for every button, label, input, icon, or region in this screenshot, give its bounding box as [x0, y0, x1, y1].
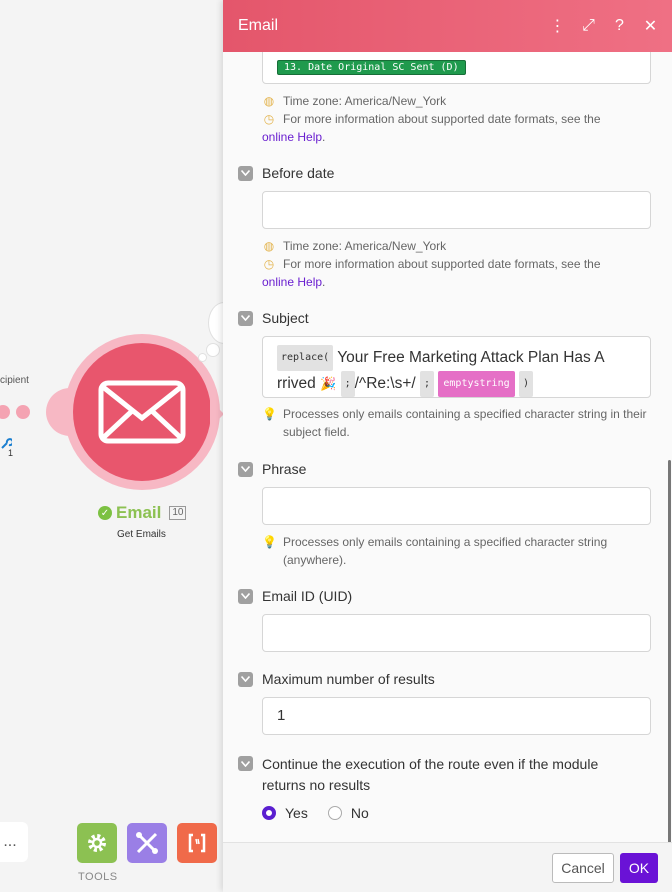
module-pointer — [210, 400, 224, 428]
online-help-link[interactable]: online Help — [262, 130, 322, 144]
envelope-icon — [98, 380, 186, 444]
more-vert-icon[interactable]: ⋮ — [542, 16, 573, 36]
function-token[interactable]: replace( — [277, 345, 334, 371]
tools-tool-button[interactable] — [127, 823, 167, 863]
lightbulb-icon: 💡 — [262, 407, 277, 421]
ok-button[interactable]: OK — [620, 853, 658, 883]
chevron-down-icon[interactable] — [238, 461, 253, 477]
tools-icon — [136, 832, 158, 854]
radio-no[interactable] — [327, 806, 342, 820]
connection-label: cipient — [0, 375, 29, 386]
module-subtitle: Get Emails — [117, 529, 166, 540]
check-icon: ✓ — [98, 506, 112, 520]
regex-text: /^Re:\s+/ — [354, 375, 416, 393]
cancel-button[interactable]: Cancel — [552, 853, 614, 883]
brackets-icon — [188, 833, 206, 853]
module-id-badge: 10 — [169, 506, 187, 520]
separator-token[interactable]: ; — [340, 371, 355, 397]
expand-icon[interactable]: ⤢ — [573, 17, 604, 35]
email-id-label: Email ID (UID) — [262, 588, 353, 604]
party-emoji: 🎉 — [320, 376, 337, 392]
max-results-label-row: Maximum number of results — [238, 671, 435, 687]
subject-text-part2: rrived — [277, 375, 316, 393]
wrench-count: 1 — [8, 448, 14, 458]
email-id-input[interactable] — [262, 614, 651, 652]
help-icon[interactable]: ? — [604, 17, 635, 35]
before-date-input[interactable] — [262, 191, 651, 229]
globe-icon: ◍ — [263, 94, 275, 108]
online-help-link[interactable]: online Help — [262, 275, 322, 289]
phrase-label-row: Phrase — [238, 461, 306, 477]
close-icon[interactable]: ✕ — [635, 16, 666, 36]
chevron-down-icon[interactable] — [238, 756, 253, 771]
radio-yes-label[interactable]: Yes — [285, 805, 308, 821]
continue-route-label-row: Continue the execution of the route even… — [238, 754, 638, 796]
keyword-token[interactable]: emptystring — [438, 371, 515, 397]
chevron-down-icon[interactable] — [238, 310, 253, 326]
panel-header: Email ⋮ ⤢ ? ✕ — [223, 0, 672, 52]
chevron-down-icon[interactable] — [238, 671, 253, 687]
phrase-label: Phrase — [262, 461, 307, 477]
before-date-hint: ◍ Time zone: America/New_York ◷ For more i… — [262, 239, 601, 289]
thought-bubble-small — [198, 353, 207, 362]
module-title[interactable]: Email — [116, 503, 161, 523]
globe-icon: ◍ — [263, 239, 275, 253]
panel-title: Email — [238, 17, 279, 34]
radio-no-label[interactable]: No — [351, 805, 369, 821]
clock-icon: ◷ — [263, 257, 275, 271]
subject-label-row: Subject — [238, 310, 309, 326]
continue-route-label: Continue the execution of the route even… — [262, 756, 599, 793]
panel-body: 13. Date Original SC Sent (D) ◍ Time zone… — [223, 52, 672, 842]
phrase-hint: 💡 Processes only emails containing a spec… — [262, 535, 608, 567]
continue-route-options: Yes No — [262, 805, 369, 821]
after-date-hint: ◍ Time zone: America/New_York ◷ For more i… — [262, 94, 601, 144]
clock-icon: ◷ — [263, 112, 275, 126]
date-token[interactable]: 13. Date Original SC Sent (D) — [277, 60, 466, 75]
subject-label: Subject — [262, 310, 309, 326]
email-module[interactable] — [73, 343, 211, 481]
thought-bubble-medium — [206, 343, 220, 357]
module-settings-panel: Email ⋮ ⤢ ? ✕ 13. Date Original SC Sent … — [223, 0, 672, 892]
email-id-label-row: Email ID (UID) — [238, 588, 352, 604]
text-parser-tool-button[interactable] — [177, 823, 217, 863]
tools-label: TOOLS — [78, 871, 118, 883]
panel-scrollbar[interactable] — [668, 460, 671, 842]
gear-icon — [88, 834, 106, 852]
separator-token[interactable]: ; — [420, 371, 435, 397]
after-date-input[interactable]: 13. Date Original SC Sent (D) — [262, 52, 651, 84]
settings-tool-button[interactable] — [77, 823, 117, 863]
max-results-label: Maximum number of results — [262, 671, 435, 687]
subject-input[interactable]: replace( Your Free Marketing Attack Plan… — [262, 336, 651, 398]
module-title-row: ✓ Email 10 — [98, 503, 187, 523]
close-paren-token[interactable]: ) — [518, 371, 533, 397]
chevron-down-icon[interactable] — [238, 588, 253, 604]
panel-footer: Cancel OK — [223, 842, 672, 892]
phrase-input[interactable] — [262, 487, 651, 525]
more-button[interactable]: ... — [0, 822, 28, 862]
chevron-down-icon[interactable] — [238, 165, 253, 181]
subject-hint: 💡 Processes only emails containing a spec… — [262, 407, 647, 439]
before-date-label-row: Before date — [238, 165, 334, 181]
radio-yes[interactable] — [262, 806, 276, 820]
subject-text-part1: Your Free Marketing Attack Plan Has A — [337, 349, 605, 367]
lightbulb-icon: 💡 — [262, 535, 277, 549]
max-results-input[interactable]: 1 — [262, 697, 651, 735]
before-date-label: Before date — [262, 165, 335, 181]
